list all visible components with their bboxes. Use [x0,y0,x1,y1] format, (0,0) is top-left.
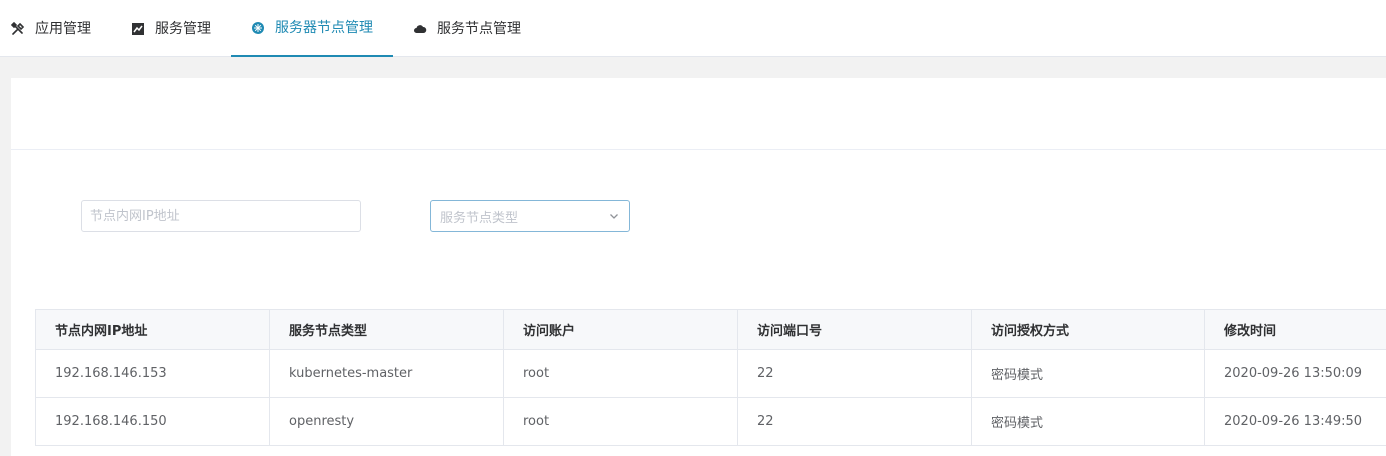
cell-port: 22 [737,349,972,398]
cell-node-type: openresty [269,397,504,446]
tab-label: 应用管理 [35,20,91,37]
server-node-icon [251,21,265,35]
column-header[interactable]: 服务节点类型 [269,309,504,350]
cell-node-type: kubernetes-master [269,349,504,398]
cell-auth-mode: 密码模式 [971,397,1205,446]
column-header[interactable]: 节点内网IP地址 [35,309,270,350]
table-header-row: 节点内网IP地址 服务节点类型 访问账户 访问端口号 访问授权方式 修改时间 [35,309,1386,350]
column-header[interactable]: 访问端口号 [737,309,972,350]
cell-ip: 192.168.146.153 [35,349,270,398]
panel-header [11,78,1386,150]
tab-label: 服务管理 [155,20,211,37]
column-header[interactable]: 访问账户 [503,309,738,350]
tools-icon [11,21,25,36]
select-placeholder: 服务节点类型 [440,210,519,226]
column-header[interactable]: 访问授权方式 [971,309,1205,350]
cloud-icon [413,22,427,36]
cell-modified-time: 2020-09-26 13:49:50 [1204,397,1386,446]
table-row[interactable]: 192.168.146.153 kubernetes-master root 2… [35,349,1386,398]
tab-app-management[interactable]: 应用管理 [11,0,93,57]
table-row[interactable]: 192.168.146.150 openresty root 22 密码模式 2… [35,397,1386,446]
cell-account: root [503,397,738,446]
cell-ip: 192.168.146.150 [35,397,270,446]
tab-label: 服务器节点管理 [275,19,373,36]
chart-icon [131,22,145,36]
cell-auth-mode: 密码模式 [971,349,1205,398]
top-tab-bar: 应用管理 服务管理 服务器节点管理 服务节点管理 [0,0,1386,57]
chevron-down-icon [609,211,619,221]
content-panel: 服务节点类型 节点内网IP地址 服务节点类型 访问账户 访问端口号 访问授权方式… [11,78,1386,456]
server-node-table: 节点内网IP地址 服务节点类型 访问账户 访问端口号 访问授权方式 修改时间 1… [35,309,1386,446]
column-header[interactable]: 修改时间 [1204,309,1386,350]
tab-label: 服务节点管理 [437,20,521,37]
tab-server-node-management[interactable]: 服务器节点管理 [231,0,393,57]
cell-port: 22 [737,397,972,446]
tab-service-management[interactable]: 服务管理 [131,0,211,57]
tab-service-node-management[interactable]: 服务节点管理 [413,0,521,57]
node-type-select[interactable]: 服务节点类型 [430,200,630,232]
cell-account: root [503,349,738,398]
cell-modified-time: 2020-09-26 13:50:09 [1204,349,1386,398]
ip-search-input[interactable] [81,200,361,232]
